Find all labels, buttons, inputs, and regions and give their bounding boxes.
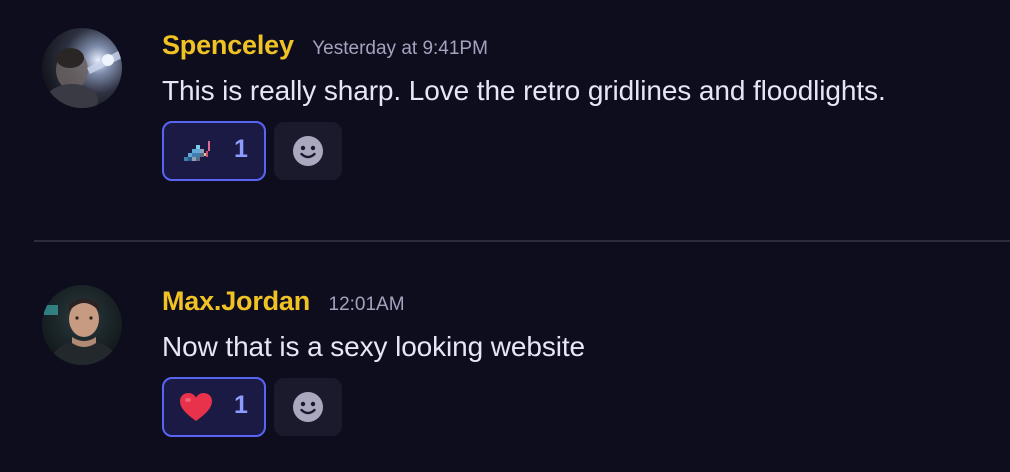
smiley-face-icon <box>293 392 323 422</box>
avatar[interactable] <box>42 285 122 365</box>
reaction-button[interactable]: 1 <box>162 121 266 181</box>
reaction-count: 1 <box>234 391 248 419</box>
timestamp: Yesterday at 9:41PM <box>312 38 488 59</box>
message-divider <box>34 240 1010 242</box>
message-item: Spenceley Yesterday at 9:41PM This is re… <box>0 0 1010 240</box>
message-text: This is really sharp. Love the retro gri… <box>162 75 886 106</box>
smiley-face-icon <box>293 136 323 166</box>
message-header: Max.Jordan 12:01AM <box>162 286 405 317</box>
pixel-art-bird-icon <box>184 141 210 161</box>
message-text: Now that is a sexy looking website <box>162 331 586 362</box>
add-reaction-button[interactable] <box>274 378 342 436</box>
message-item: Max.Jordan 12:01AM Now that is a sexy lo… <box>0 243 1010 472</box>
timestamp: 12:01AM <box>328 294 405 315</box>
add-reaction-button[interactable] <box>274 122 342 180</box>
username[interactable]: Spenceley <box>162 30 294 61</box>
red-heart-icon <box>180 393 212 421</box>
username[interactable]: Max.Jordan <box>162 286 310 317</box>
reaction-button[interactable]: 1 <box>162 377 266 437</box>
reaction-count: 1 <box>234 135 248 163</box>
avatar[interactable] <box>42 28 122 108</box>
chat-thread: Spenceley Yesterday at 9:41PM This is re… <box>0 0 1010 472</box>
message-header: Spenceley Yesterday at 9:41PM <box>162 30 488 61</box>
